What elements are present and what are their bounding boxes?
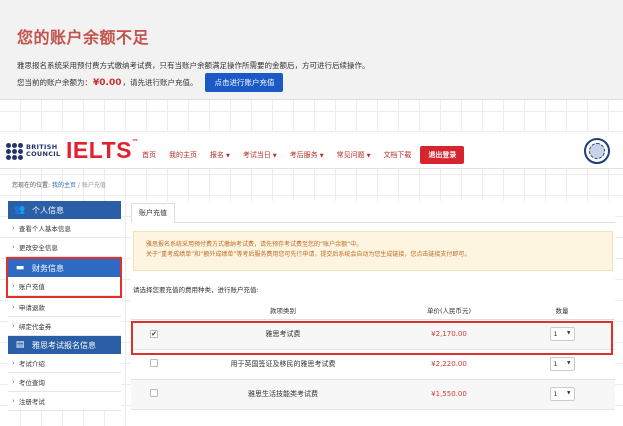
chevron-right-icon: › [12, 359, 15, 367]
nav-test-day[interactable]: 考试当日 ▼ [243, 150, 277, 160]
british-council-logo[interactable]: BRITISH COUNCIL [6, 141, 60, 161]
chevron-right-icon: › [12, 322, 15, 330]
chevron-right-icon: › [12, 378, 15, 386]
row-price: ¥2,170.00 [389, 319, 509, 350]
col-category: 款项类别 [177, 301, 389, 320]
sidebar-header-finance[interactable]: ▬ 财务信息 [8, 259, 120, 277]
bc-line2: COUNCIL [26, 150, 61, 158]
insufficient-balance-alert: 您的账户余额不足 雅思报名系统采用预付费方式缴纳考试费，只有当账户余额满足操作所… [0, 0, 623, 100]
notice-line-1: 雅思报名系统采用预付费方式缴纳考试费，请先预存考试费至您的“账户余额”中。 [146, 241, 363, 248]
breadcrumb: 您现在的位置: 我的主页 / 账户充值 [12, 180, 106, 189]
nav-faq[interactable]: 常见问题 ▼ [337, 150, 371, 160]
balance-prefix: 您当前的账户余额为： [17, 78, 92, 87]
chevron-down-icon: ▼ [567, 331, 571, 336]
balance-suffix: ，请先进行账户充值。 [122, 78, 198, 87]
balance-line: 您当前的账户余额为： ¥0.00 ，请先进行账户充值。 点击进行账户充值 [17, 73, 284, 92]
credit-card-icon: ▬ [15, 263, 25, 273]
chevron-right-icon: › [12, 224, 15, 232]
chevron-right-icon: › [12, 282, 15, 290]
chevron-right-icon: › [12, 243, 15, 251]
breadcrumb-prefix: 您现在的位置: [12, 182, 51, 189]
main-content: 账户充值 雅思报名系统采用预付费方式缴纳考试费，请先预存考试费至您的“账户余额”… [131, 201, 615, 426]
tab-account-recharge[interactable]: 账户充值 [131, 203, 175, 223]
finance-section-highlight: ▬ 财务信息 › 账户充值 [6, 257, 122, 298]
chevron-down-icon: ▼ [319, 153, 324, 159]
table-row: ✔ 雅思考试费 ¥2,170.00 1 ▼ [131, 319, 615, 350]
bc-dots-icon [6, 142, 23, 160]
alert-title: 您的账户余额不足 [17, 28, 150, 47]
chevron-down-icon: ▼ [272, 153, 277, 159]
row-price: ¥2,220.00 [389, 349, 509, 380]
sidebar-header-personal[interactable]: 👥 个人信息 [8, 201, 121, 219]
breadcrumb-separator: / [77, 182, 80, 189]
table-row: 用于英国签证及移民的雅思考试费 ¥2,220.00 1 ▼ [131, 349, 615, 380]
sidebar: 👥 个人信息 › 查看个人基本信息 › 更改安全信息 ▬ 财务信息 › 账户充值… [6, 201, 122, 411]
row-price: ¥1,550.00 [389, 379, 509, 410]
row-category: 雅思生活技能类考试费 [177, 379, 389, 410]
chevron-down-icon: ▼ [366, 153, 371, 159]
row-category: 用于英国签证及移民的雅思考试费 [177, 349, 389, 380]
fee-table: 款项类别 单价(人民币元) 数量 ✔ 雅思考试费 ¥2,170.00 1 ▼ 用于… [131, 301, 615, 410]
table-row: 雅思生活技能类考试费 ¥1,550.00 1 ▼ [131, 379, 615, 410]
main-nav: 首页 我的主页 报名 ▼ 考试当日 ▼ 考后服务 ▼ 常见问题 ▼ 文档下载 退出登录 [142, 146, 465, 164]
site-header: BRITISH COUNCIL IELTS™ 首页 我的主页 报名 ▼ 考试当日 ▼… [0, 131, 623, 169]
ielts-logo[interactable]: IELTS™ [66, 137, 138, 164]
balance-amount: ¥0.00 [93, 77, 122, 88]
quantity-select[interactable]: 1 ▼ [549, 357, 575, 371]
sidebar-header-exam[interactable]: ▤ 雅思考试报名信息 [8, 336, 121, 354]
row-checkbox[interactable]: ✔ [150, 330, 158, 338]
chevron-down-icon: ▼ [567, 361, 571, 366]
nav-my-page[interactable]: 我的主页 [169, 150, 197, 160]
col-price: 单价(人民币元) [389, 301, 509, 320]
table-header-row: 款项类别 单价(人民币元) 数量 [131, 301, 615, 320]
row-category: 雅思考试费 [177, 319, 389, 350]
nav-register[interactable]: 报名 ▼ [210, 150, 230, 160]
users-icon: 👥 [14, 205, 26, 215]
chevron-down-icon: ▼ [567, 391, 571, 396]
breadcrumb-home[interactable]: 我的主页 [52, 182, 76, 189]
choose-fee-label: 请选择您要充值的费用种类，进行账户充值: [133, 286, 259, 294]
alert-message: 雅思报名系统采用预付费方式缴纳考试费，只有当账户余额满足操作所需要的金额后，方可… [17, 61, 370, 70]
nav-downloads[interactable]: 文档下载 [383, 150, 411, 160]
breadcrumb-current: 账户充值 [81, 182, 106, 189]
recharge-button[interactable]: 点击进行账户充值 [205, 73, 284, 92]
nav-home[interactable]: 首页 [142, 150, 156, 160]
col-select [131, 301, 177, 320]
sidebar-item-register-exam[interactable]: › 注册考试 [8, 392, 121, 411]
tab-divider [131, 222, 615, 223]
sidebar-item-seat-search[interactable]: › 考位查询 [8, 373, 121, 392]
sidebar-item-voucher[interactable]: › 绑定代金券 [8, 317, 121, 336]
id-card-icon: ▤ [15, 340, 25, 350]
notice-line-2: 关于“重考成绩单”和“额外成绩单”等考后服务费用您可先行申请，提交后系统会自动为… [146, 251, 471, 258]
chevron-down-icon: ▼ [226, 153, 230, 159]
sidebar-item-exam-intro[interactable]: › 考试介绍 [8, 354, 121, 373]
quantity-select[interactable]: 1 ▼ [549, 387, 575, 401]
sidebar-item-recharge[interactable]: › 账户充值 [8, 277, 120, 296]
col-quantity: 数量 [509, 301, 615, 320]
sidebar-item-security[interactable]: › 更改安全信息 [8, 238, 121, 257]
recharge-notice: 雅思报名系统采用预付费方式缴纳考试费，请先预存考试费至您的“账户余额”中。 关于… [133, 231, 613, 271]
nav-post-test[interactable]: 考后服务 ▼ [290, 150, 324, 160]
chevron-right-icon: › [12, 397, 15, 405]
seal-emblem-icon [584, 138, 610, 164]
chevron-right-icon: › [12, 303, 15, 311]
row-checkbox[interactable] [150, 389, 158, 397]
sidebar-item-refund[interactable]: › 申请退款 [8, 298, 121, 317]
quantity-select[interactable]: 1 ▼ [549, 327, 575, 341]
sidebar-item-view-profile[interactable]: › 查看个人基本信息 [8, 219, 121, 238]
logout-button[interactable]: 退出登录 [420, 146, 465, 164]
row-checkbox[interactable] [150, 359, 158, 367]
